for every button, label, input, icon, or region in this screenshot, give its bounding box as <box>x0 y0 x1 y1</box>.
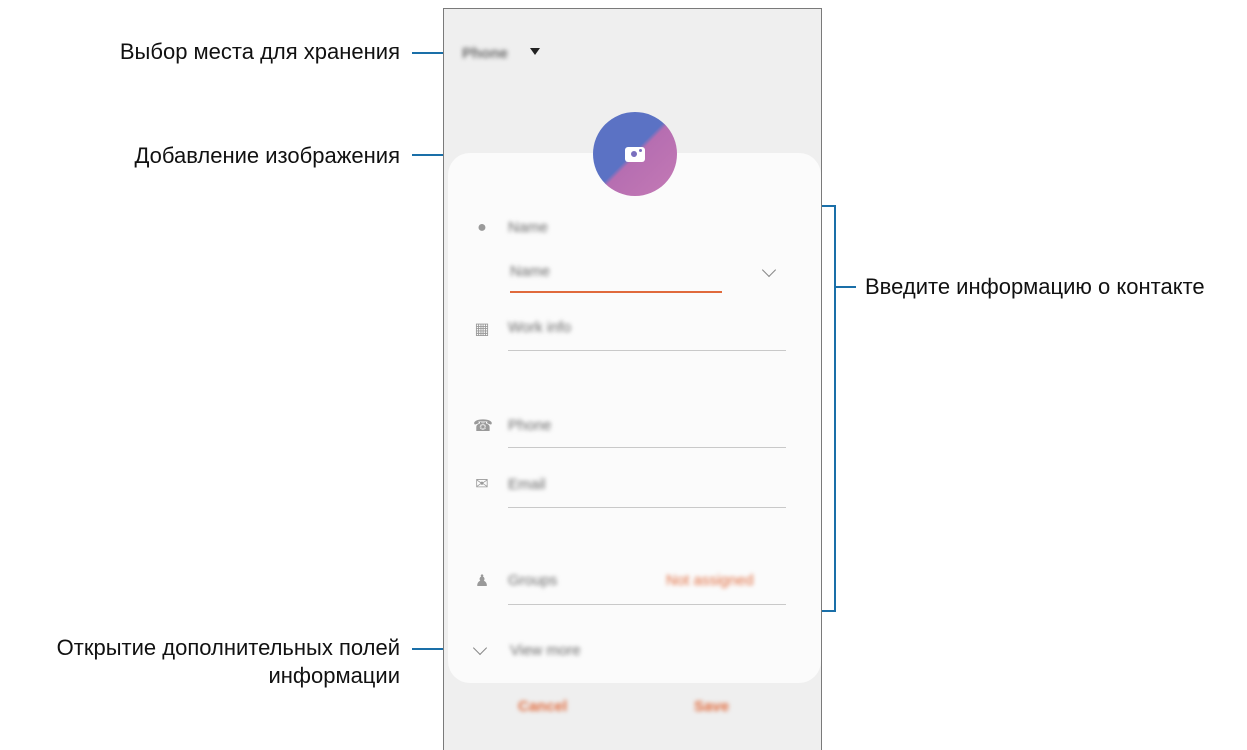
callout-contact-info: Введите информацию о контакте <box>865 274 1205 299</box>
person-icon: ● <box>477 219 487 236</box>
email-underline <box>508 507 786 508</box>
dropdown-arrow-icon[interactable] <box>530 48 540 55</box>
chevron-down-icon[interactable] <box>472 640 488 656</box>
save-button[interactable]: Save <box>694 698 729 715</box>
name-label: Name <box>508 219 549 236</box>
chevron-down-icon[interactable] <box>761 262 777 278</box>
callout-more-fields-line2: информации <box>268 663 400 688</box>
leader-contact-bracket <box>834 205 836 612</box>
phone-underline <box>508 447 786 448</box>
groups-underline <box>508 604 786 605</box>
callout-storage: Выбор места для хранения <box>119 39 400 64</box>
name-input-underline <box>510 291 722 293</box>
view-more-link[interactable]: View more <box>510 642 581 659</box>
contact-form-card: ● Name Name ▦ Work info ☎ Phone ✉ Email … <box>448 153 821 683</box>
callout-more-fields-line1: Открытие дополнительных полей <box>56 635 400 660</box>
phone-screen: Phone ● Name Name ▦ Work info ☎ Phone ✉ … <box>443 8 822 750</box>
name-input[interactable]: Name <box>510 263 550 280</box>
work-info-field[interactable]: Work info <box>508 319 571 336</box>
groups-field[interactable]: Groups <box>508 572 557 589</box>
storage-selector[interactable]: Phone <box>462 45 508 62</box>
camera-icon <box>625 147 645 162</box>
email-field[interactable]: Email <box>508 476 546 493</box>
phone-icon: ☎ <box>473 418 493 435</box>
email-icon: ✉ <box>475 476 489 493</box>
leader-contact-mid <box>834 286 856 288</box>
work-info-underline <box>508 350 786 351</box>
cancel-button[interactable]: Cancel <box>518 698 567 715</box>
building-icon: ▦ <box>474 321 490 338</box>
callout-more-fields: Открытие дополнительных полей информации <box>20 634 400 690</box>
add-image-avatar[interactable] <box>593 112 677 196</box>
groups-icon: ♟ <box>474 573 490 590</box>
groups-value[interactable]: Not assigned <box>666 572 754 589</box>
phone-field[interactable]: Phone <box>508 417 551 434</box>
callout-image: Добавление изображения <box>134 143 401 168</box>
